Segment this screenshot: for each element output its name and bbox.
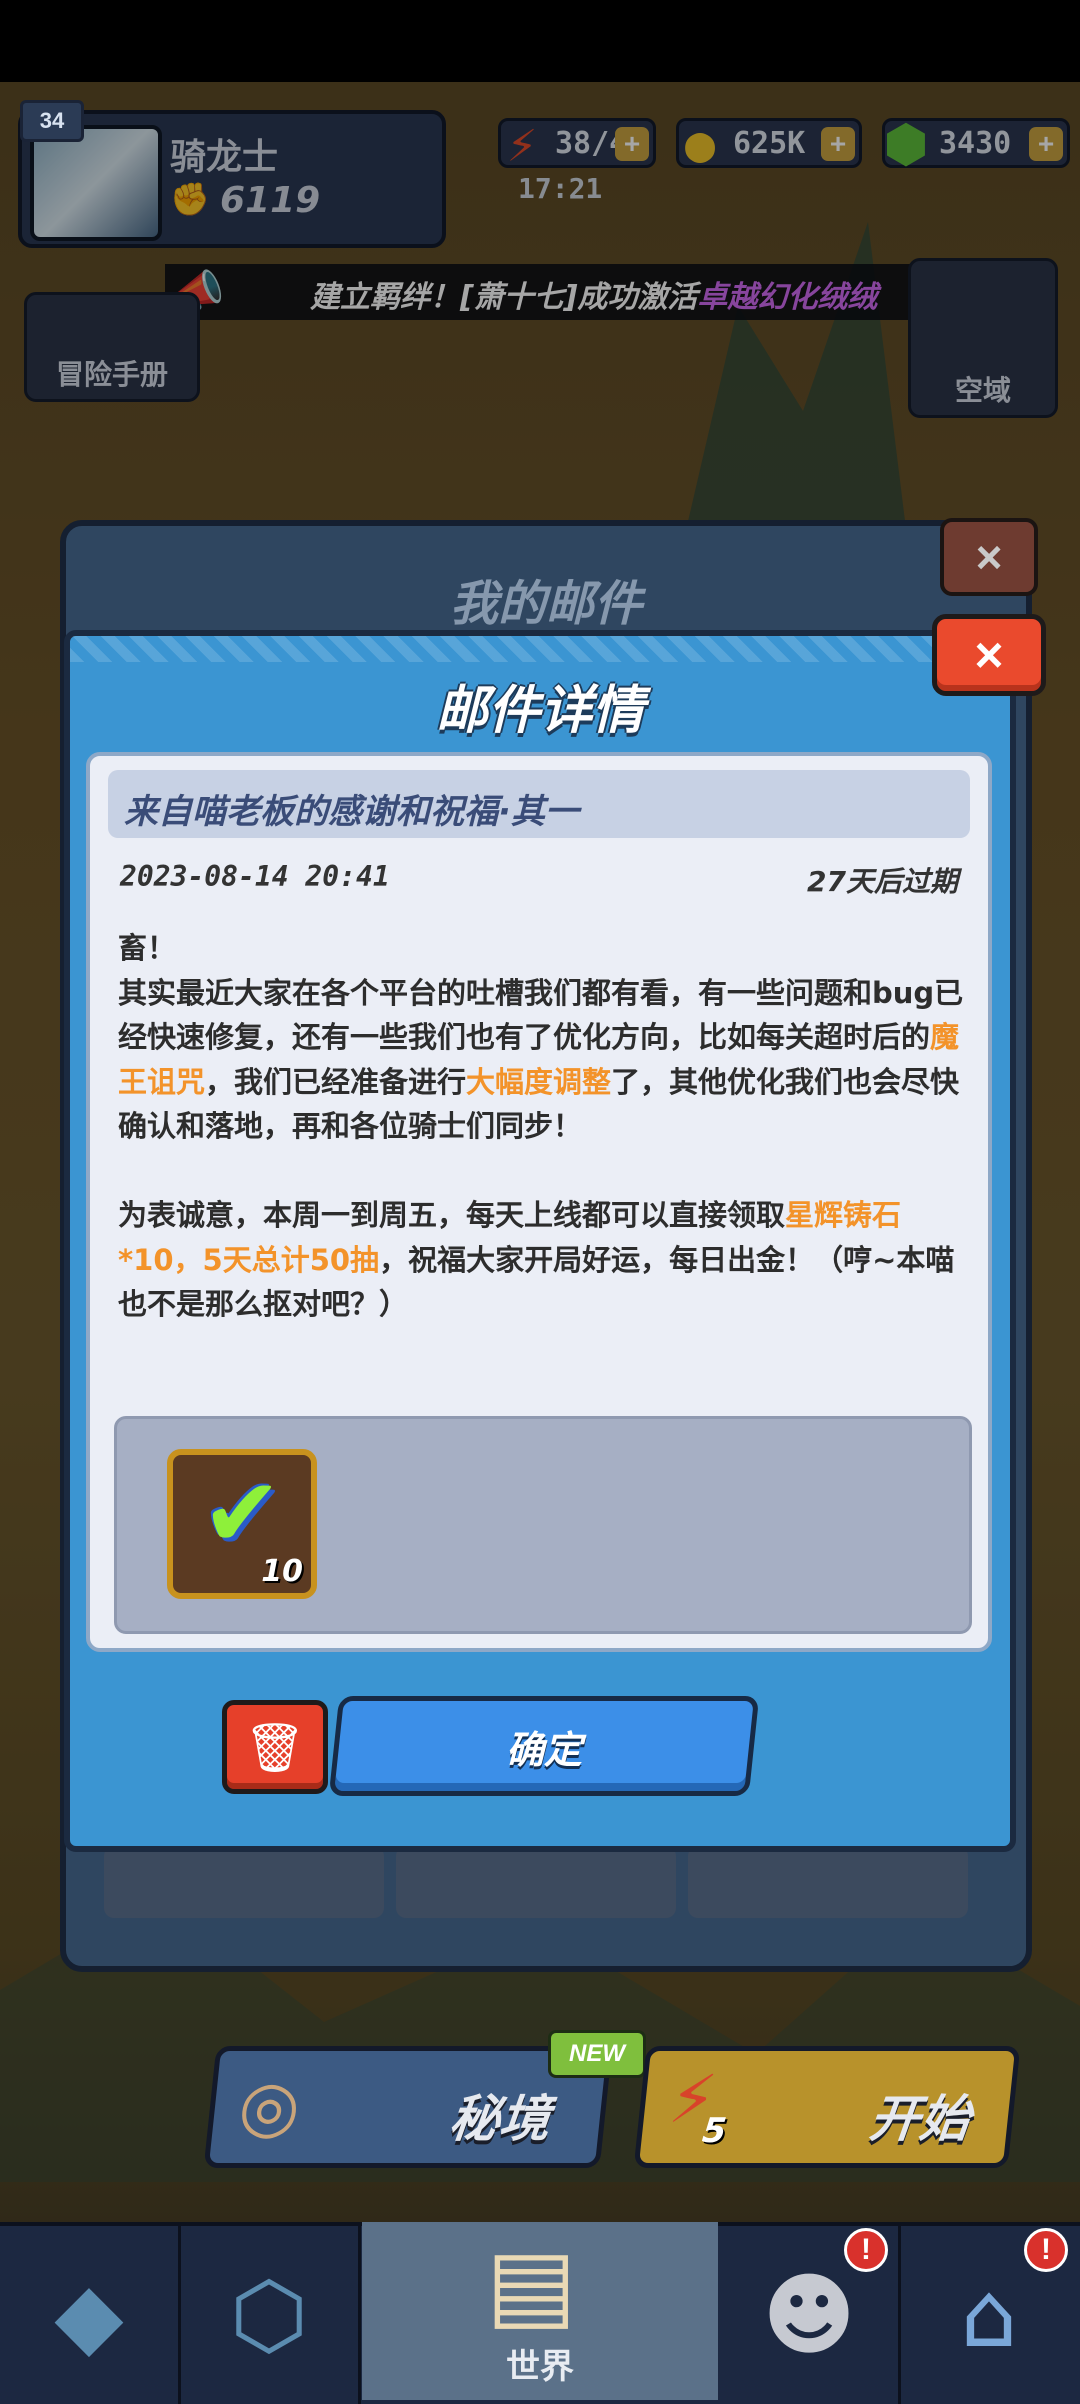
reward-box: ✔ 10 [114, 1416, 972, 1634]
alert-badge: ! [1024, 2228, 1068, 2272]
mail-paragraph-1: 其实最近大家在各个平台的吐槽我们都有看，有一些问题和bug已经快速修复，还有一些… [118, 971, 968, 1149]
mail-date: 2023-08-14 20:41 [120, 860, 390, 893]
mail-greeting: 畜！ [118, 931, 177, 965]
reward-item[interactable]: ✔ 10 [167, 1449, 317, 1599]
target-icon: ◎ [234, 2065, 305, 2147]
mail-list-tab[interactable] [396, 1846, 676, 1918]
character-icon: ☻ [762, 2262, 856, 2368]
mail-list-close-button[interactable]: × [940, 518, 1038, 596]
start-label: 开始 [866, 2090, 973, 2148]
mail-paragraph-2: 为表诚意，本周一到周五，每天上线都可以直接领取星辉铸石*10，5天总计50抽，祝… [118, 1193, 968, 1327]
mail-list-tab[interactable] [104, 1846, 384, 1918]
mail-text: 为表诚意，本周一到周五，每天上线都可以直接领取 [118, 1198, 786, 1232]
mail-content-card: 来自喵老板的感谢和祝福·其一 2023-08-14 20:41 27天后过期 畜… [86, 752, 992, 1652]
start-button[interactable]: ⚡ 5 开始 [633, 2046, 1021, 2168]
mail-expiry: 27天后过期 [807, 865, 958, 898]
start-cost: 5 [700, 2111, 729, 2151]
shop-icon: ⌂ [960, 2262, 1018, 2368]
trash-icon: 🗑 [244, 1719, 306, 1776]
mail-subject: 来自喵老板的感谢和祝福·其一 [124, 792, 579, 832]
reward-quantity: 10 [261, 1554, 303, 1589]
secret-realm-label: 秘境 [446, 2090, 553, 2148]
mail-text: 其实最近大家在各个平台的吐槽我们都有看，有一些问题和bug已经快速修复，还有一些… [118, 975, 964, 1055]
delete-button[interactable]: 🗑 [222, 1700, 328, 1794]
mail-subject-bar: 来自喵老板的感谢和祝福·其一 [108, 770, 970, 838]
confirm-label: 确定 [505, 1727, 582, 1772]
dialog-header-pattern [70, 636, 1010, 662]
mail-highlight: 大幅度调整 [466, 1064, 612, 1099]
crystal-icon: ◆ [54, 2262, 124, 2368]
nav-world-label: 世界 [506, 2347, 574, 2387]
dialog-title: 邮件详情 [435, 681, 644, 741]
level-badge: 34 [20, 100, 84, 142]
map-scroll-icon: ▤ [486, 2228, 577, 2340]
star-forge-stone-icon: ✔ [201, 1457, 283, 1569]
mail-text: ，我们已经准备进行 [205, 1064, 467, 1099]
nav-item-crystal[interactable]: ◆ [0, 2226, 181, 2404]
confirm-button[interactable]: 确定 [328, 1696, 760, 1796]
mail-list-title: 我的邮件 [449, 576, 642, 632]
alert-badge: ! [844, 2228, 888, 2272]
new-badge: NEW [548, 2030, 646, 2078]
mail-body: 畜！ 其实最近大家在各个平台的吐槽我们都有看，有一些问题和bug已经快速修复，还… [118, 926, 968, 1327]
mail-list-tab[interactable] [688, 1846, 968, 1918]
nav-item-upgrade[interactable]: ⬡ [180, 2226, 361, 2404]
nav-item-world[interactable]: ▤ 世界 [362, 2222, 718, 2400]
upgrade-shield-icon: ⬡ [229, 2262, 309, 2368]
dialog-close-button[interactable]: × [932, 614, 1046, 696]
